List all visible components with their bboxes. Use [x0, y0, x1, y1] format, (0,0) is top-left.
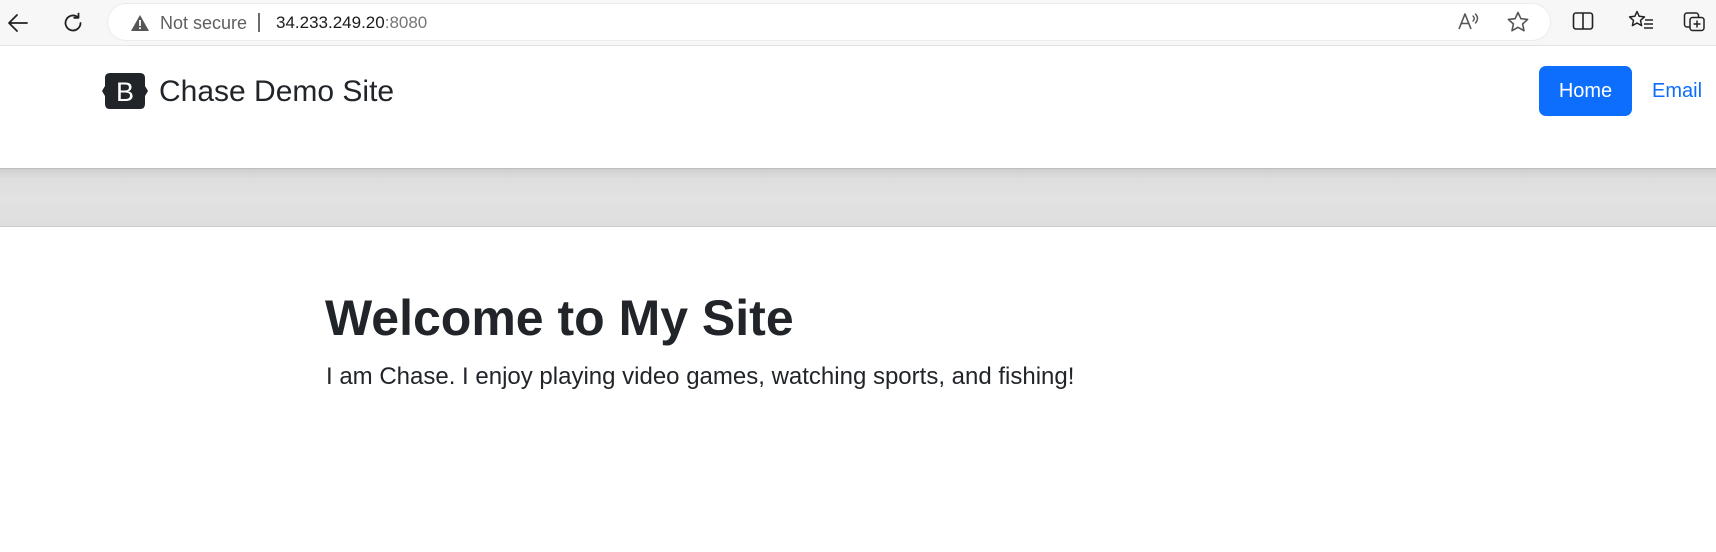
nav-email-link[interactable]: Email [1652, 78, 1702, 104]
brand-logo[interactable]: B [101, 71, 149, 111]
collections-icon[interactable] [1683, 10, 1707, 32]
security-status[interactable]: Not secure [160, 13, 247, 33]
back-button[interactable] [0, 5, 36, 41]
reload-button[interactable] [55, 5, 91, 41]
url-text[interactable]: 34.233.249.20:8080 [276, 13, 427, 33]
nav-home-button[interactable]: Home [1539, 66, 1632, 116]
brand-logo-letter: B [116, 77, 134, 107]
browser-toolbar: Not secure 34.233.249.20:8080 [0, 0, 1716, 46]
address-bar[interactable]: Not secure 34.233.249.20:8080 [108, 4, 1550, 40]
reload-icon [64, 12, 82, 32]
read-aloud-icon[interactable] [1457, 12, 1481, 32]
back-arrow-icon [8, 14, 28, 32]
split-screen-icon[interactable] [1572, 11, 1594, 31]
site-header: B Chase Demo Site Home Email [0, 46, 1716, 182]
brand-name[interactable]: Chase Demo Site [159, 74, 394, 110]
gray-band [0, 168, 1716, 227]
url-host: 34.233.249.20 [276, 13, 385, 32]
page-title: Welcome to My Site [325, 290, 794, 346]
warning-triangle-icon [131, 15, 149, 31]
favorites-icon[interactable] [1628, 10, 1654, 32]
address-separator [258, 13, 260, 32]
url-port: :8080 [384, 13, 428, 32]
intro-text: I am Chase. I enjoy playing video games,… [326, 363, 1075, 390]
star-icon[interactable] [1506, 11, 1530, 33]
